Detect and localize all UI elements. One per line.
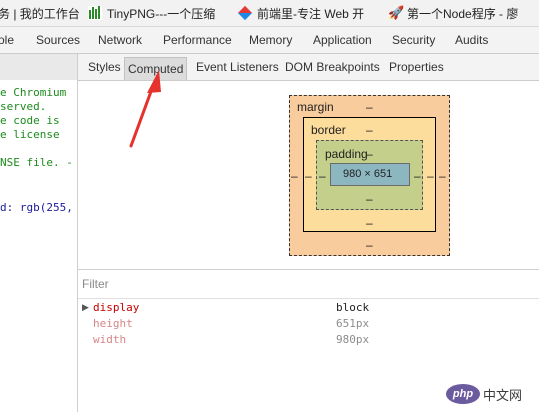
property-value: 651px [336, 317, 370, 330]
tab-dom-breakpoints[interactable]: DOM Breakpoints [285, 60, 380, 74]
tab-computed[interactable]: Computed [124, 57, 188, 80]
border-right-value[interactable]: – [427, 169, 434, 183]
tab-sources[interactable]: Sources [36, 33, 80, 47]
tab-properties[interactable]: Properties [389, 60, 444, 74]
source-line: served. [0, 100, 47, 113]
padding-left-value[interactable]: – [319, 169, 326, 183]
source-line: NSE file. - [0, 156, 73, 169]
bookmarks-bar: 务 | 我的工作台 TinyPNG---一个压缩 前端里-专注 Web 开 🚀 … [0, 0, 539, 27]
margin-right-value[interactable]: – [439, 169, 446, 183]
padding-right-value[interactable]: – [414, 169, 421, 183]
php-logo: php [446, 384, 480, 404]
bookmark-item-workbench[interactable]: 务 | 我的工作台 [0, 4, 80, 22]
bookmark-item-qianduanli[interactable]: 前端里-专注 Web 开 [237, 4, 365, 22]
bookmark-label: 务 | 我的工作台 [0, 6, 80, 21]
styles-source-pane: e Chromium served. e code is e license N… [0, 54, 78, 412]
bar-chart-icon [88, 6, 102, 20]
property-value: block [336, 301, 370, 314]
tab-memory[interactable]: Memory [249, 33, 292, 47]
php-cn-watermark: php 中文网 [446, 380, 536, 408]
bookmark-label: TinyPNG---一个压缩 [107, 6, 216, 21]
bookmark-item-node[interactable]: 🚀 第一个Node程序 - 廖 [388, 4, 518, 22]
expand-triangle-icon[interactable]: ▶ [82, 302, 89, 313]
elements-sidebar-tabs: Styles Computed Event Listeners DOM Brea… [78, 54, 539, 81]
source-line: d: rgb(255, [0, 201, 73, 214]
padding-bottom-value[interactable]: – [366, 192, 373, 206]
filter-input[interactable] [82, 276, 382, 292]
computed-property-row[interactable]: width 980px [78, 332, 539, 348]
computed-property-row[interactable]: ▶ display block [78, 300, 539, 316]
property-value: 980px [336, 333, 370, 346]
border-bottom-value[interactable]: – [366, 216, 373, 230]
source-line: e Chromium [0, 86, 67, 99]
watermark-text: 中文网 [483, 387, 523, 403]
border-left-value[interactable]: – [305, 169, 312, 183]
diamond-icon [237, 5, 253, 21]
property-name: height [93, 317, 133, 330]
tab-application[interactable]: Application [313, 33, 372, 47]
arrow-shaft [129, 84, 155, 148]
margin-left-value[interactable]: – [291, 169, 298, 183]
padding-top-value[interactable]: – [366, 147, 373, 161]
margin-label: margin [297, 100, 334, 114]
rocket-icon: 🚀 [388, 5, 405, 20]
tab-console[interactable]: ole [0, 33, 14, 47]
source-line: e license [0, 128, 60, 141]
property-name: width [93, 333, 127, 346]
pane-header-highlight [0, 54, 77, 80]
bookmark-item-tinypng[interactable]: TinyPNG---一个压缩 [88, 4, 215, 22]
border-label: border [311, 123, 346, 137]
content-size-value[interactable]: 980 × 651 [343, 168, 392, 180]
bookmark-label: 前端里-专注 Web 开 [257, 6, 365, 21]
tab-security[interactable]: Security [392, 33, 435, 47]
property-name: display [93, 301, 140, 314]
tab-network[interactable]: Network [98, 33, 142, 47]
bookmark-label: 第一个Node程序 - 廖 [407, 6, 519, 21]
border-top-value[interactable]: – [366, 123, 373, 137]
margin-bottom-value[interactable]: – [366, 238, 373, 252]
padding-label: padding [325, 147, 368, 161]
computed-filter-bar [78, 269, 539, 299]
source-line: e code is [0, 114, 60, 127]
tab-event-listeners[interactable]: Event Listeners [196, 60, 279, 74]
tab-performance[interactable]: Performance [163, 33, 232, 47]
margin-top-value[interactable]: – [366, 100, 373, 114]
tab-audits[interactable]: Audits [455, 33, 488, 47]
computed-property-row[interactable]: height 651px [78, 316, 539, 332]
devtools-tab-bar: ole Sources Network Performance Memory A… [0, 27, 539, 54]
tab-styles[interactable]: Styles [88, 60, 121, 74]
